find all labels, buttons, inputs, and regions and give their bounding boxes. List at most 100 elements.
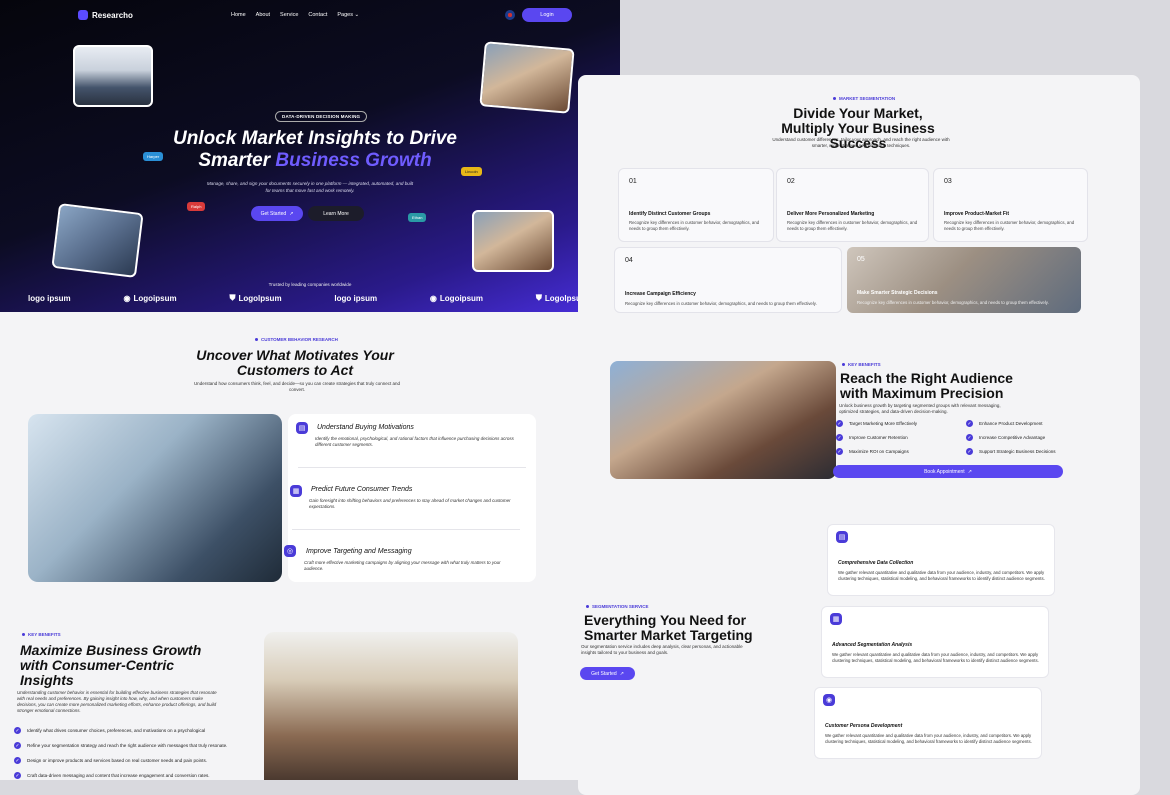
audience-eyebrow: KEY BENEFITS <box>842 362 881 367</box>
segment-num: 03 <box>944 178 952 185</box>
segment-num: 02 <box>787 178 795 185</box>
segment-title: Deliver More Personalized Marketing <box>787 211 875 217</box>
service-title: Everything You Need for Smarter Market T… <box>584 612 753 643</box>
audience-title: Reach the Right Audience with Maximum Pr… <box>840 370 1013 401</box>
cursor-tag-harper: Harper <box>143 152 164 161</box>
trusted-text: Trusted by leading companies worldwide <box>268 282 352 287</box>
partner-logo-name: Logolpsum <box>238 293 282 303</box>
hero-title-line2: Smarter Business Growth <box>150 150 480 172</box>
analysis-icon: ▦ <box>830 613 842 625</box>
segment-title: Identify Distinct Customer Groups <box>629 211 711 217</box>
partner-logo-name: Logoipsum <box>439 293 484 303</box>
growth-checklist: ✓ Identify what drives consumer choices, … <box>14 727 227 779</box>
nav-home[interactable]: Home <box>231 12 246 18</box>
service-card-title: Advanced Segmentation Analysis <box>832 642 913 648</box>
feature-title: Predict Future Consumer Trends <box>311 486 413 493</box>
segment-desc: Recognize key differences in customer be… <box>787 220 918 231</box>
check-label: Refine your segmentation strategy and re… <box>27 743 228 748</box>
segmentation-subtitle: Understand customer differences, tailor … <box>772 137 950 148</box>
check-icon: ✓ <box>966 420 973 427</box>
check-label: Increase Competitive Advantage <box>979 435 1046 440</box>
segment-card: 04 Increase Campaign Efficiency Recogniz… <box>614 247 842 313</box>
shield-logo-icon: ⛊ <box>535 293 542 302</box>
office-photo <box>51 203 144 278</box>
arrow-up-right-icon: ↗ <box>289 210 294 217</box>
login-button[interactable]: Login <box>522 8 572 22</box>
check-item: ✓ Improve Customer Retention <box>836 434 966 441</box>
check-icon: ✓ <box>14 772 21 779</box>
partner-logo-name: Logoipsum <box>133 293 177 303</box>
hero-title-line2a: Smarter <box>198 150 276 171</box>
cursor-tag-ethan: Ethan <box>408 213 427 222</box>
segment-desc: Recognize key differences in customer be… <box>629 220 760 231</box>
nav-pages-label: Pages <box>337 12 353 18</box>
check-icon: ✓ <box>836 420 843 427</box>
service-card: ◉ Customer Persona Development We gather… <box>814 687 1042 759</box>
check-icon: ✓ <box>966 434 973 441</box>
segment-card: 02 Deliver More Personalized Marketing R… <box>776 168 929 242</box>
book-appointment-button[interactable]: Book Appointment ↗ <box>833 465 1063 478</box>
growth-title: Maximize Business Growth with Consumer-C… <box>20 642 202 688</box>
partner-logos: logo ipsum ◉ Logoipsum ⛊ Logolpsum logo ip… <box>28 293 588 303</box>
partner-logo: logo ipsum <box>28 293 71 303</box>
circle-logo-icon: ◉ <box>429 293 437 303</box>
partner-logo: ⛊ Logolpsum <box>229 293 281 303</box>
divider <box>298 467 526 468</box>
service-card: ▤ Comprehensive Data Collection We gathe… <box>827 524 1055 596</box>
service-card-desc: We gather relevant quantitative and qual… <box>825 733 1032 744</box>
segment-desc: Recognize key differences in customer be… <box>857 300 1049 305</box>
consultant-photo <box>28 414 282 582</box>
nav-service[interactable]: Service <box>280 12 298 18</box>
service-card: ▦ Advanced Segmentation Analysis We gath… <box>821 606 1049 678</box>
service-get-started-button[interactable]: Get Started ↗ <box>580 667 635 680</box>
segment-card: 01 Identify Distinct Customer Groups Rec… <box>618 168 774 242</box>
hero-pill: DATA-DRIVEN DECISION MAKING <box>275 111 368 122</box>
behavior-features-card: ▤ Understand Buying Motivations Identify… <box>284 414 536 582</box>
segment-title: Improve Product-Market Fit <box>944 211 1010 217</box>
check-icon: ✓ <box>14 742 21 749</box>
segment-desc: Recognize key differences in customer be… <box>944 220 1075 231</box>
service-card-desc: We gather relevant quantitative and qual… <box>838 570 1045 581</box>
target-icon: ◎ <box>284 545 296 557</box>
nav-contact[interactable]: Contact <box>308 12 327 18</box>
check-icon: ✓ <box>836 434 843 441</box>
check-item: ✓ Design or improve products and services… <box>14 757 227 764</box>
nav-pages[interactable]: Pages ⌄ <box>337 12 359 18</box>
nav-about[interactable]: About <box>256 12 270 18</box>
check-icon: ✓ <box>966 448 973 455</box>
cursor-tag-ralph: Ralph <box>187 202 206 211</box>
service-card-title: Comprehensive Data Collection <box>838 560 914 566</box>
check-label: Target Marketing More Effectively <box>849 421 918 426</box>
group-photo <box>264 632 518 780</box>
landing-page-right: MARKET SEGMENTATION Divide Your Market, … <box>578 75 1140 795</box>
main-nav: Home About Service Contact Pages ⌄ <box>231 12 359 18</box>
shield-logo-icon: ⛊ <box>229 293 236 302</box>
check-label: Maximize ROI on Campaigns <box>849 449 909 454</box>
behavior-title: Uncover What Motivates Your Customers to… <box>196 347 394 378</box>
arrow-up-right-icon: ↗ <box>967 468 972 475</box>
check-item: ✓ Maximize ROI on Campaigns <box>836 448 966 455</box>
circle-logo-icon: ◉ <box>123 293 131 303</box>
check-label: Support Strategic Business Decisions <box>979 449 1056 454</box>
brand-logo[interactable]: Researcho <box>78 10 133 20</box>
workshop-photo <box>472 210 554 272</box>
behavior-eyebrow: CUSTOMER BEHAVIOR RESEARCH <box>255 337 338 342</box>
chevron-down-icon: ⌄ <box>354 12 360 18</box>
service-get-started-label: Get Started <box>591 670 617 677</box>
database-icon: ▤ <box>836 531 848 543</box>
book-appointment-label: Book Appointment <box>924 468 965 475</box>
service-card-desc: We gather relevant quantitative and qual… <box>832 652 1039 663</box>
hero-title: Unlock Market Insights to Drive Smarter … <box>150 128 480 172</box>
learn-more-button[interactable]: Learn More <box>308 206 364 221</box>
language-flag-icon[interactable] <box>505 10 515 20</box>
segmentation-eyebrow: MARKET SEGMENTATION <box>833 96 895 101</box>
hero-subtitle: Manage, share, and sign your documents s… <box>206 181 414 193</box>
check-icon: ✓ <box>14 727 21 734</box>
segment-card-photo: 05 Make Smarter Strategic Decisions Reco… <box>847 247 1081 313</box>
meeting-photo <box>479 41 575 114</box>
check-label: Craft data-driven messaging and content … <box>27 773 210 778</box>
audience-checklist: ✓ Target Marketing More Effectively ✓ Enha… <box>836 420 1066 455</box>
get-started-button[interactable]: Get Started ↗ <box>251 206 303 221</box>
hero-title-line1: Unlock Market Insights to Drive <box>172 128 457 149</box>
check-label: Improve Customer Retention <box>849 435 908 440</box>
